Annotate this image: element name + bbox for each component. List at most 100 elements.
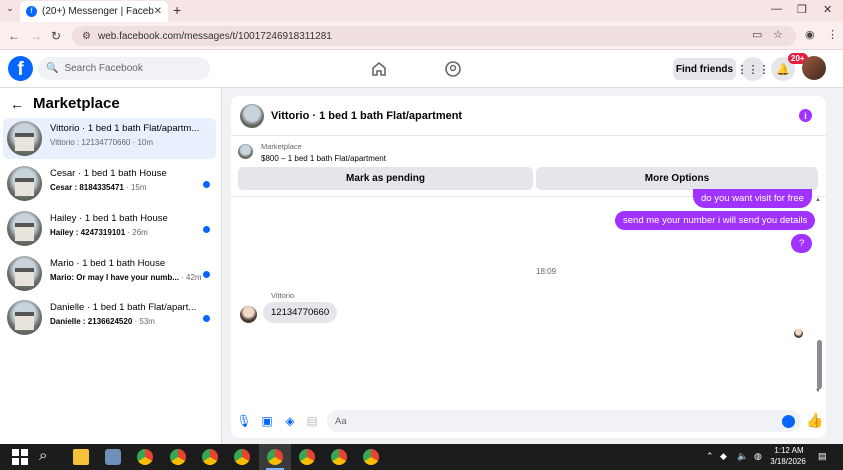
network-icon[interactable]: ◍ — [754, 451, 762, 462]
scroll-down-icon[interactable]: ▼ — [815, 388, 821, 394]
chat-title[interactable]: Vittorio · 1 bed 1 bath Flat/apartment — [271, 110, 462, 122]
unread-dot — [203, 271, 210, 278]
restore-icon[interactable]: ❐ — [797, 3, 807, 16]
home-icon[interactable] — [370, 60, 388, 78]
browser-tab[interactable]: f (20+) Messenger | Facebook ✕ — [20, 1, 168, 22]
chrome-icon[interactable] — [267, 449, 283, 465]
address-bar-row: ← → ↻ ⚙ web.facebook.com/messages/t/1001… — [0, 22, 843, 50]
outgoing-message[interactable]: send me your number i will send you deta… — [615, 211, 816, 230]
emoji-icon[interactable] — [782, 414, 795, 428]
show-hidden-icons-icon[interactable]: ⌃ — [706, 451, 714, 462]
listing-thumbnail — [7, 300, 42, 335]
chrome-icon[interactable] — [234, 449, 250, 465]
outgoing-message[interactable]: ? — [791, 234, 813, 253]
browser-tabstrip: ⌄ f (20+) Messenger | Facebook ✕ + — ❐ ✕ — [0, 0, 843, 22]
file-explorer-icon[interactable] — [73, 449, 89, 465]
gif-icon[interactable]: ▤ — [305, 414, 319, 428]
conversation-item[interactable]: Danielle · 1 bed 1 bath Flat/apart... Da… — [3, 297, 216, 338]
chat-avatar[interactable] — [240, 104, 264, 128]
account-avatar[interactable] — [802, 56, 826, 80]
conversation-item[interactable]: Mario · 1 bed 1 bath House Mario: Or may… — [3, 253, 216, 294]
find-friends-button[interactable]: Find friends — [673, 58, 736, 80]
search-icon: 🔍 — [46, 63, 59, 74]
listing-thumbnail — [7, 256, 42, 291]
taskbar-date[interactable]: 3/18/2026 — [765, 457, 811, 466]
listing-thumbnail — [7, 166, 42, 201]
scroll-up-icon[interactable]: ▲ — [815, 197, 821, 203]
bookmark-star-icon[interactable]: ☆ — [773, 28, 783, 41]
sender-avatar[interactable] — [240, 306, 257, 323]
sticker-icon[interactable]: ◈ — [283, 414, 297, 428]
listing-description: $800 – 1 bed 1 bath Flat/apartment — [261, 154, 386, 163]
preview-text: Danielle : 2136624520 — [50, 317, 133, 326]
profile-icon[interactable]: ◉ — [805, 28, 815, 41]
chrome-icon[interactable] — [137, 449, 153, 465]
groups-icon[interactable] — [444, 60, 462, 78]
message-input[interactable]: Aa — [327, 410, 801, 432]
thumbs-up-icon[interactable]: 👍 — [806, 412, 823, 429]
composer-placeholder: Aa — [335, 415, 347, 427]
new-tab-icon[interactable]: + — [173, 2, 181, 18]
message-timestamp: 18:09 — [536, 267, 557, 276]
url-text: web.facebook.com/messages/t/100172469183… — [97, 30, 332, 42]
preview-time: · 10m — [130, 138, 154, 147]
listing-thumbnail — [238, 144, 253, 159]
facebook-favicon-icon: f — [26, 6, 37, 17]
minimize-icon[interactable]: — — [771, 3, 782, 15]
photo-icon[interactable]: ▣ — [260, 414, 274, 428]
back-arrow-icon[interactable]: ← — [10, 96, 24, 112]
teams-icon[interactable]: ◆ — [720, 451, 727, 462]
preview-time: · 53m — [132, 317, 155, 326]
conversation-item[interactable]: Hailey · 1 bed 1 bath House Hailey : 424… — [3, 208, 216, 249]
taskbar-search-icon[interactable]: ⌕ — [39, 447, 47, 464]
incoming-message[interactable]: 12134770660 — [263, 302, 338, 323]
chat-header: Vittorio · 1 bed 1 bath Flat/apartment i — [231, 96, 826, 136]
notification-center-icon[interactable]: ▤ — [818, 451, 827, 462]
conversation-item[interactable]: Vittorio · 1 bed 1 bath Flat/apartm... V… — [3, 118, 216, 159]
conversation-name: Cesar · 1 bed 1 bath House — [50, 168, 167, 179]
back-icon[interactable]: ← — [8, 29, 20, 43]
microphone-icon[interactable]: 🎙 — [236, 414, 251, 428]
scrollbar-thumb[interactable] — [817, 340, 822, 389]
menu-grid-icon[interactable]: ⋮⋮⋮ — [737, 57, 770, 81]
conversation-preview: Vittorio : 12134770660 · 10m — [50, 138, 208, 147]
volume-icon[interactable]: 🔈 — [737, 451, 748, 462]
sidebar-title: Marketplace — [33, 95, 120, 112]
chat-window: Vittorio · 1 bed 1 bath Flat/apartment i… — [231, 96, 826, 438]
conversation-preview: Hailey : 4247319101 · 26m — [50, 228, 208, 237]
tab-search-icon[interactable]: ⌄ — [3, 3, 17, 17]
conversation-name: Vittorio · 1 bed 1 bath Flat/apartm... — [50, 123, 200, 134]
chrome-icon[interactable] — [299, 449, 315, 465]
site-info-icon[interactable]: ⚙ — [82, 31, 91, 42]
info-icon[interactable]: i — [799, 109, 812, 122]
close-tab-icon[interactable]: ✕ — [154, 6, 162, 17]
facebook-logo-icon[interactable]: f — [8, 56, 33, 81]
forward-icon[interactable]: → — [30, 29, 42, 43]
outgoing-message[interactable]: do you want visit for free — [693, 189, 812, 208]
cast-icon[interactable]: ▭ — [752, 28, 762, 41]
reload-icon[interactable]: ↻ — [51, 29, 61, 43]
chrome-icon[interactable] — [331, 449, 347, 465]
windows-start-icon[interactable] — [12, 449, 28, 465]
chrome-icon[interactable] — [202, 449, 218, 465]
preview-text: Cesar : 8184335471 — [50, 183, 124, 192]
conversation-item[interactable]: Cesar · 1 bed 1 bath House Cesar : 81843… — [3, 163, 216, 204]
unread-dot — [203, 315, 210, 322]
chrome-icon[interactable] — [170, 449, 186, 465]
preview-time: · 42m — [178, 273, 202, 282]
url-bar[interactable]: ⚙ web.facebook.com/messages/t/1001724691… — [72, 26, 796, 46]
conversation-name: Mario · 1 bed 1 bath House — [50, 258, 166, 269]
listing-thumbnail — [7, 121, 42, 156]
facebook-search-input[interactable]: 🔍 Search Facebook — [38, 57, 210, 80]
taskbar-time[interactable]: 1:12 AM — [769, 446, 809, 455]
mark-as-pending-button[interactable]: Mark as pending — [238, 167, 533, 190]
app-icon[interactable] — [105, 449, 121, 465]
search-placeholder: Search Facebook — [64, 63, 143, 74]
menu-kebab-icon[interactable]: ⋮ — [827, 28, 838, 41]
marketplace-listing[interactable]: Marketplace $800 – 1 bed 1 bath Flat/apa… — [238, 142, 818, 164]
more-options-button[interactable]: More Options — [536, 167, 818, 190]
chrome-icon[interactable] — [363, 449, 379, 465]
seen-avatar — [794, 329, 803, 338]
tab-title: (20+) Messenger | Facebook — [42, 6, 154, 17]
close-window-icon[interactable]: ✕ — [823, 3, 832, 16]
